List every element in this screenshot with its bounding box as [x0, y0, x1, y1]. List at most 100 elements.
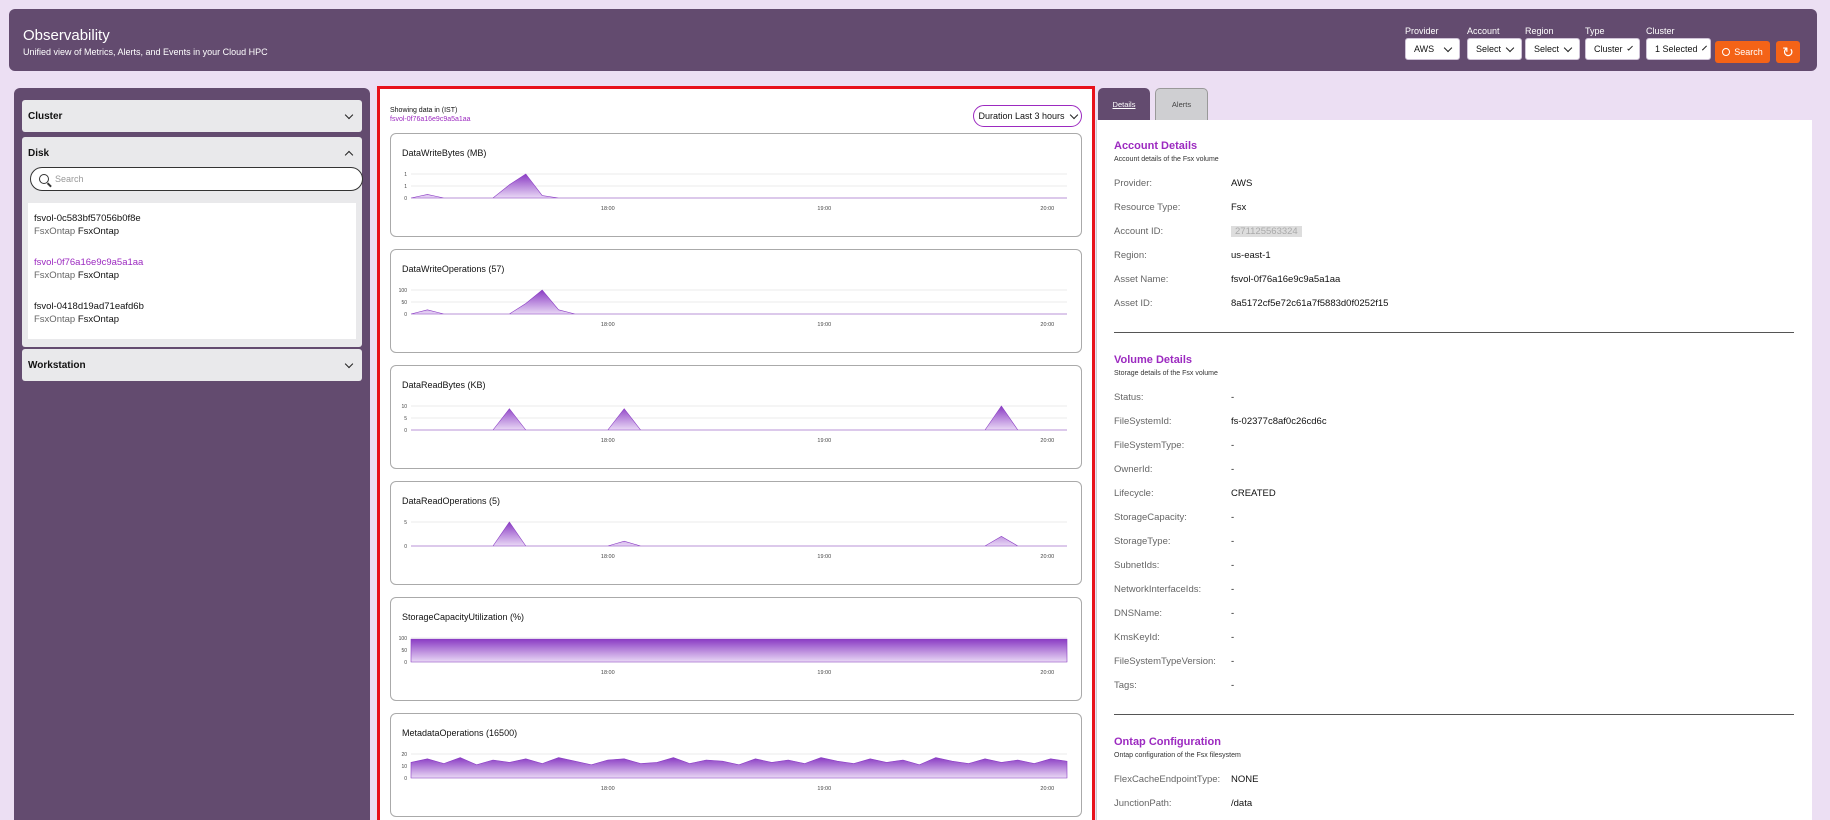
- provider-select[interactable]: AWS: [1405, 38, 1460, 60]
- x-tick-label: 19:00: [817, 438, 831, 444]
- chart-title: DataReadOperations (5): [402, 496, 501, 506]
- detail-key: NetworkInterfaceIds:: [1114, 584, 1202, 595]
- disk-accordion: Disk Search fsvol-0c583bf57056b0f8e FsxO…: [22, 137, 363, 347]
- duration-value: Duration Last 3 hours: [978, 111, 1065, 121]
- account-select[interactable]: Select: [1467, 38, 1522, 60]
- x-tick-label: 20:00: [1040, 206, 1054, 212]
- disk-name: fsvol-0c583bf57056b0f8e: [34, 213, 141, 224]
- asset-link[interactable]: fsvol-0f76a16e9c9a5a1aa: [390, 116, 471, 123]
- metric-chart: 1 1 0 18:00 19:00 20:00: [404, 172, 1067, 212]
- x-tick-label: 19:00: [817, 206, 831, 212]
- detail-key: Lifecycle:: [1114, 488, 1154, 499]
- detail-value: /data: [1231, 798, 1253, 809]
- x-tick-label: 18:00: [601, 670, 615, 676]
- region-value: Select: [1534, 44, 1560, 54]
- x-tick-label: 20:00: [1040, 554, 1054, 560]
- y-tick-label: 10: [401, 404, 407, 410]
- y-tick-label: 0: [404, 776, 407, 782]
- duration-select[interactable]: Duration Last 3 hours: [973, 105, 1082, 127]
- region-label: Region: [1525, 26, 1554, 36]
- disk-item[interactable]: fsvol-0c583bf57056b0f8e FsxOntap FsxOnta…: [34, 212, 141, 239]
- search-button[interactable]: Search: [1715, 41, 1770, 63]
- x-tick-label: 19:00: [817, 554, 831, 560]
- metric-chart: 20 10 0 18:00 19:00 20:00: [401, 752, 1068, 792]
- disk-type-label: FsxOntap: [34, 314, 76, 325]
- account-label: Account: [1467, 26, 1500, 36]
- chart-title: DataReadBytes (KB): [402, 380, 486, 390]
- chart-title: StorageCapacityUtilization (%): [402, 612, 525, 622]
- disk-name: fsvol-0418d19ad71eafd6b: [34, 301, 144, 312]
- chart-title: DataWriteOperations (57): [402, 264, 505, 274]
- detail-value: 271125563324: [1231, 226, 1302, 237]
- detail-value: 8a5172cf5e72c61a7f5883d0f0252f15: [1231, 298, 1389, 309]
- cluster-select[interactable]: 1 Selected: [1646, 38, 1711, 60]
- x-tick-label: 20:00: [1040, 670, 1054, 676]
- detail-key: KmsKeyId:: [1114, 632, 1160, 643]
- x-tick-label: 19:00: [817, 786, 831, 792]
- metrics-panel: Showing data in (IST) fsvol-0f76a16e9c9a…: [377, 86, 1095, 820]
- chevron-down-icon: [1626, 44, 1633, 51]
- refresh-icon: ↻: [1782, 43, 1794, 60]
- disk-type-value: FsxOntap: [77, 270, 120, 281]
- disk-accordion-header[interactable]: Disk: [22, 137, 362, 169]
- region-select[interactable]: Select: [1525, 38, 1580, 60]
- section-divider: [1114, 714, 1794, 715]
- disk-item-selected[interactable]: fsvol-0f76a16e9c9a5a1aa FsxOntap FsxOnta…: [34, 256, 143, 283]
- detail-key: Region:: [1114, 250, 1147, 261]
- x-tick-label: 18:00: [601, 206, 615, 212]
- detail-value: -: [1231, 560, 1235, 571]
- disk-accordion-label: Disk: [28, 147, 50, 159]
- detail-key: FileSystemTypeVersion:: [1114, 656, 1216, 667]
- metric-chart-card: StorageCapacityUtilization (%) 100 50 0 18:0…: [390, 597, 1082, 701]
- series-area: [411, 521, 1067, 547]
- detail-value: -: [1231, 536, 1235, 547]
- metric-chart: 5 0 18:00 19:00 20:00: [404, 520, 1067, 560]
- detail-value: fsvol-0f76a16e9c9a5a1aa: [1231, 274, 1341, 285]
- tab-alerts[interactable]: Alerts: [1155, 88, 1208, 120]
- y-tick-label: 10: [401, 764, 407, 770]
- disk-type-label: FsxOntap: [34, 226, 76, 237]
- x-tick-label: 18:00: [601, 554, 615, 560]
- series-area: [410, 638, 1068, 663]
- account-details-subtitle: Account details of the Fsx volume: [1114, 156, 1219, 163]
- detail-value: -: [1231, 584, 1235, 595]
- chevron-down-icon: [344, 359, 354, 368]
- details-panel: Account Details Account details of the F…: [1096, 120, 1812, 820]
- refresh-button[interactable]: ↻: [1776, 41, 1800, 63]
- y-tick-label: 50: [401, 300, 407, 306]
- detail-key: SubnetIds:: [1114, 560, 1160, 571]
- asset-sidebar: Cluster Disk Search fsvol-0c583bf57056b0…: [14, 88, 370, 820]
- y-tick-label: 20: [401, 752, 407, 758]
- type-label: Type: [1585, 26, 1605, 36]
- timezone-label: Showing data in (IST): [390, 107, 458, 114]
- chevron-down-icon: [344, 110, 354, 119]
- metric-chart-card: DataWriteOperations (57) 100 50 0 18:00 19:00…: [390, 249, 1082, 353]
- metric-chart-card: DataReadBytes (KB) 10 5 0 18:00 19:00 20:00: [390, 365, 1082, 469]
- y-tick-label: 0: [404, 196, 407, 202]
- y-tick-label: 1: [404, 172, 407, 178]
- tab-details[interactable]: Details: [1098, 88, 1150, 120]
- cluster-value: 1 Selected: [1655, 44, 1698, 54]
- type-select[interactable]: Cluster: [1585, 38, 1640, 60]
- detail-value: -: [1231, 392, 1235, 403]
- workstation-accordion[interactable]: Workstation: [22, 349, 362, 381]
- detail-key: Asset Name:: [1114, 274, 1169, 285]
- chart-title: MetadataOperations (16500): [402, 728, 518, 738]
- metric-chart: 100 50 0 18:00 19:00 20:00: [399, 288, 1067, 328]
- detail-key: Asset ID:: [1114, 298, 1153, 309]
- disk-type-value: FsxOntap: [77, 226, 120, 237]
- y-tick-label: 50: [401, 648, 407, 654]
- x-tick-label: 20:00: [1040, 322, 1054, 328]
- ontap-config-title: Ontap Configuration: [1114, 736, 1221, 748]
- detail-value: -: [1231, 680, 1235, 691]
- cluster-accordion[interactable]: Cluster: [22, 100, 362, 132]
- chevron-down-icon: [1563, 43, 1573, 52]
- chevron-up-icon: [344, 150, 354, 159]
- page-title: Observability: [23, 27, 110, 44]
- detail-value: CREATED: [1231, 488, 1276, 499]
- metric-chart-card: MetadataOperations (16500) 20 10 0 18:00 19:0…: [390, 713, 1082, 817]
- x-tick-label: 18:00: [601, 786, 615, 792]
- disk-item[interactable]: fsvol-0418d19ad71eafd6b FsxOntap FsxOnta…: [34, 300, 144, 327]
- disk-search-input[interactable]: Search: [30, 167, 363, 191]
- chevron-down-icon: [1505, 43, 1515, 52]
